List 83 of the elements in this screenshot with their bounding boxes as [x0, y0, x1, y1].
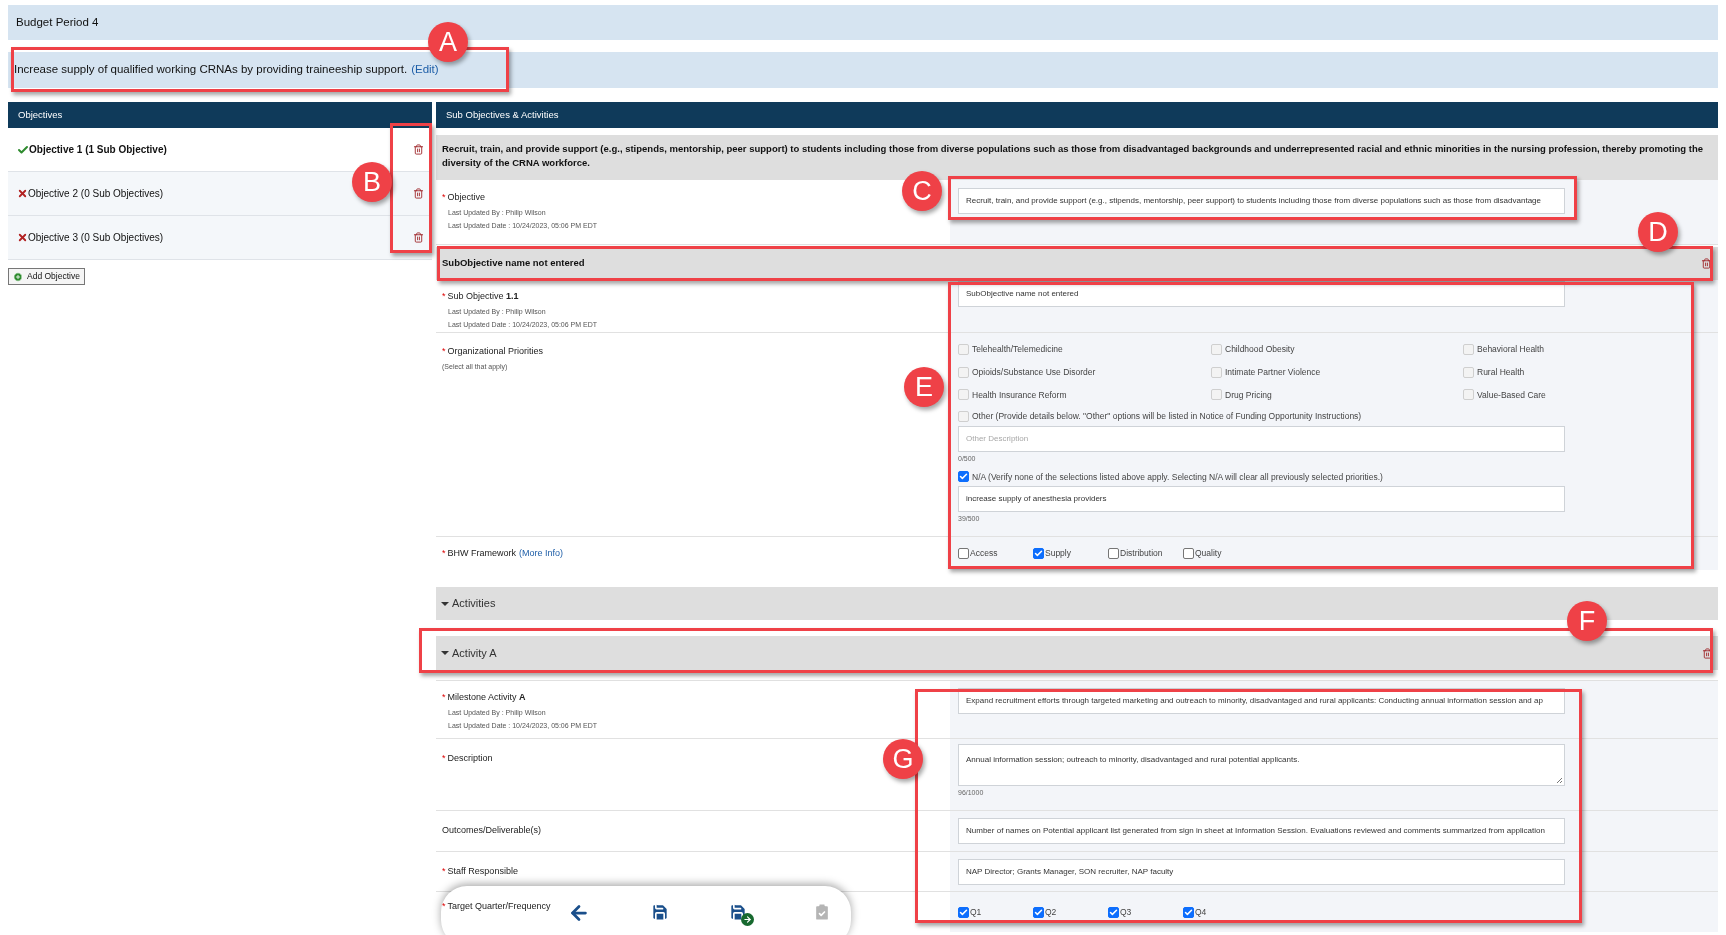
save-and-continue-button[interactable]	[728, 902, 754, 926]
sub-objectives-header: Sub Objectives & Activities	[436, 102, 1718, 128]
checkbox-label: Q3	[1120, 905, 1132, 919]
field-label: Description	[447, 752, 493, 765]
checkbox-label: Behavioral Health	[1477, 343, 1545, 356]
checkbox-label: Supply	[1045, 547, 1071, 560]
cross-icon	[17, 232, 28, 243]
save-button[interactable]	[650, 902, 670, 922]
section-title: Activities	[452, 596, 496, 612]
text-field[interactable]: SubObjective name not entered	[958, 281, 1565, 307]
checkbox-label: Drug Pricing	[1225, 388, 1272, 402]
text-field[interactable]: Expand recruitment efforts through targeted marketing and outreach to minority, disadvantaged and rural applicants: Conducting annual information session and ap	[958, 688, 1565, 714]
objective-item[interactable]: Objective 3 (0 Sub Objectives)	[8, 216, 432, 260]
checkbox[interactable]	[958, 548, 969, 559]
text-field[interactable]: NAP Director; Grants Manager, SON recruiter, NAP faculty	[958, 858, 1565, 885]
checkbox[interactable]	[1108, 906, 1119, 918]
checkbox-label: Opioids/Substance Use Disorder	[972, 365, 1096, 379]
text-field[interactable]: Annual information session; outreach to minority, disadvantaged and rural potential applicants.	[958, 744, 1565, 786]
delete-icon	[413, 144, 424, 155]
activity-header[interactable]: Activity A	[436, 636, 1718, 670]
checkbox-label: Rural Health	[1477, 365, 1525, 379]
checkbox-label: Access	[970, 547, 998, 560]
callout-badge: C	[902, 171, 942, 211]
field-label: Target Quarter/Frequency	[447, 900, 551, 913]
required-mark: *	[442, 691, 446, 704]
more-info-link[interactable]: (More Info)	[519, 546, 564, 561]
required-mark: *	[442, 546, 446, 560]
field-label: Organizational Priorities	[447, 345, 544, 358]
edit-link[interactable]: (Edit)	[411, 61, 439, 79]
checkbox-label: Telehealth/Telemedicine	[972, 343, 1063, 356]
checkbox-label: Q4	[1195, 905, 1207, 919]
field-label: Staff Responsible	[447, 864, 518, 878]
required-mark: *	[442, 345, 446, 358]
checkbox[interactable]	[958, 471, 969, 483]
text-field[interactable]: Recruit, train, and provide support (e.g., stipends, mentorship, peer support) to students including those from diverse populations such as those from disadvantage	[958, 188, 1565, 214]
delete-icon	[413, 188, 424, 199]
checkbox-label: Q2	[1045, 905, 1057, 919]
objective-description: Recruit, train, and provide support (e.g., stipends, mentorship, peer support) to students including those from diverse populations such as those from disadvantaged backgrounds and underrepresented racial and ethnic minorities in the nursing profession, thereby promoting the diversity of the CRNA workforce.	[436, 135, 1718, 180]
field-label: Milestone Activity A	[447, 691, 526, 704]
caret-icon[interactable]	[441, 650, 449, 656]
checkbox-label: Intimate Partner Violence	[1225, 365, 1321, 379]
checkbox-label: Childhood Obesity	[1225, 343, 1295, 356]
objectives-header: Objectives	[8, 102, 432, 128]
text-field[interactable]: Number of names on Potential applicant list generated from sign in sheet at Information Session. Evaluations reviewed and comments summarized from application	[958, 818, 1565, 844]
text-field[interactable]: increase supply of anesthesia providers	[958, 486, 1565, 513]
checkbox-label: Q1	[970, 905, 982, 919]
field-label: Outcomes/Deliverable(s)	[442, 824, 542, 838]
callout-badge: G	[883, 739, 923, 779]
required-mark: *	[442, 752, 446, 765]
callout-badge: E	[904, 367, 944, 407]
goal-text: Increase supply of qualified working CRNAs by providing traineeship support.	[14, 62, 408, 78]
checkbox[interactable]	[1033, 548, 1044, 559]
field-label: BHW Framework	[447, 546, 517, 560]
field-label: Objective	[447, 191, 486, 204]
checkbox-label: Other (Provide details below. "Other" options will be listed in Notice of Funding Opportunity Instructions)	[972, 410, 1362, 423]
checkbox-label: Distribution	[1120, 547, 1163, 560]
field-label: Sub Objective 1.1	[447, 290, 519, 303]
delete-icon	[413, 232, 424, 243]
checkbox-label: Quality	[1195, 547, 1222, 560]
checkbox[interactable]	[1183, 906, 1194, 918]
subobjective-title: SubObjective name not entered	[442, 256, 585, 271]
check-icon	[17, 143, 29, 156]
checkbox[interactable]	[958, 906, 969, 918]
checkbox-label: N/A (Verify none of the selections listed above apply. Selecting N/A will clear all previously selected priorities.)	[972, 470, 1383, 484]
back-button[interactable]	[568, 902, 590, 924]
delete-icon	[1701, 258, 1712, 269]
required-mark: *	[442, 191, 446, 204]
budget-period-title: Budget Period 4	[16, 14, 99, 30]
required-mark: *	[442, 864, 446, 878]
checkbox[interactable]	[1108, 548, 1119, 559]
checkbox-label: Health Insurance Reform	[972, 388, 1067, 402]
checkbox-label: Value-Based Care	[1477, 388, 1546, 402]
add-icon	[13, 271, 23, 282]
section-title: Activity A	[452, 645, 497, 661]
add-objective-button[interactable]: Add Objective	[8, 268, 85, 285]
checkbox[interactable]	[1183, 548, 1194, 559]
resize-handle-icon[interactable]	[1556, 777, 1563, 784]
save-icon	[728, 902, 748, 922]
checkbox[interactable]	[1033, 906, 1044, 918]
cross-icon	[17, 188, 28, 199]
required-mark: *	[442, 900, 446, 913]
caret-icon[interactable]	[441, 600, 449, 607]
required-mark: *	[442, 290, 446, 303]
